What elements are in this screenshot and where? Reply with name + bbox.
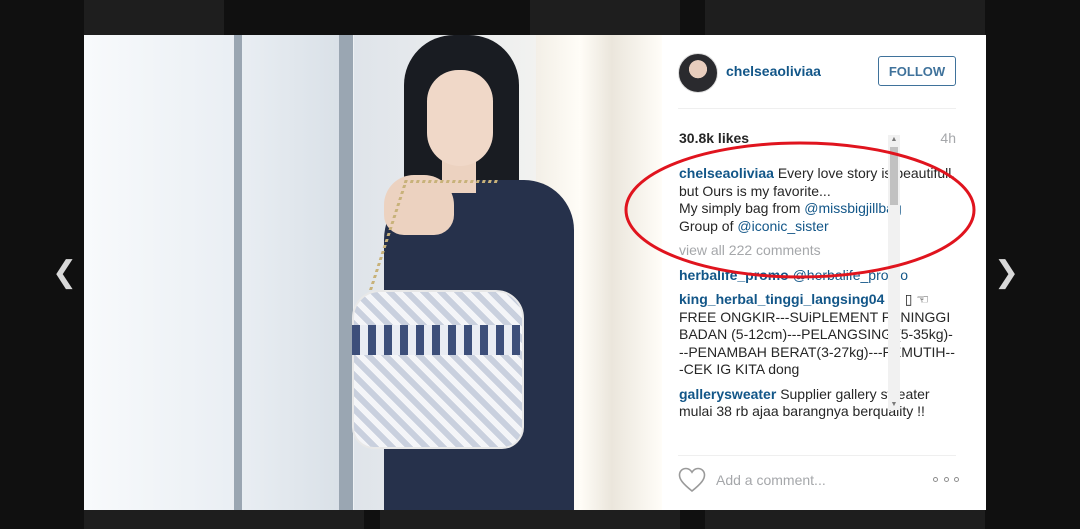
caption-line-4-prefix: Group of: [679, 217, 738, 234]
more-options-icon[interactable]: [933, 473, 959, 485]
comments-scrollbar[interactable]: ▲ ▼: [888, 135, 900, 410]
scroll-up-arrow-icon[interactable]: ▲: [888, 135, 900, 145]
photo-handbag: [352, 290, 524, 449]
post-side-panel: chelseaoliviaa FOLLOW 30.8k likes 4h che…: [662, 35, 986, 510]
mention-link[interactable]: @iconic_sister: [737, 218, 828, 234]
comment-footer: [678, 465, 970, 495]
post-time[interactable]: 4h: [924, 130, 956, 146]
comment-item: king_herbal_tinggi_langsing04 ☚ ▯ ☜ FREE…: [679, 291, 957, 379]
photo-window-frame: [234, 35, 242, 510]
chevron-left-icon[interactable]: ❮: [52, 258, 77, 288]
comment-username[interactable]: king_herbal_tinggi_langsing04: [679, 291, 884, 307]
photo-face: [427, 70, 493, 166]
likes-count[interactable]: 30.8k likes: [679, 130, 749, 146]
comment-username[interactable]: gallerysweater: [679, 386, 776, 402]
header-divider: [678, 108, 956, 109]
avatar[interactable]: [678, 53, 718, 93]
post-photo[interactable]: [84, 35, 662, 510]
scrollbar-thumb[interactable]: [890, 147, 898, 205]
username-link[interactable]: chelseaoliviaa: [726, 63, 821, 79]
post-modal: chelseaoliviaa FOLLOW 30.8k likes 4h che…: [84, 35, 986, 510]
more-dot: [954, 476, 959, 482]
photo-window: [84, 35, 344, 510]
follow-button[interactable]: FOLLOW: [878, 56, 956, 86]
caption-line-3-prefix: My simply bag from: [679, 200, 805, 216]
caption: chelseaoliviaa Every love story is beaut…: [679, 165, 957, 235]
heart-icon[interactable]: [678, 467, 706, 493]
comment-item: gallerysweater Supplier gallery sweater …: [679, 386, 957, 421]
scroll-down-arrow-icon[interactable]: ▼: [888, 400, 900, 410]
caption-line-2: but Ours is my favorite...: [679, 182, 831, 199]
photo-window-frame: [339, 35, 353, 510]
footer-divider: [678, 455, 956, 456]
comment-username[interactable]: herbalife_promo: [679, 267, 789, 283]
view-all-comments-link[interactable]: view all 222 comments: [679, 242, 957, 260]
caption-line-1: Every love story is beautifull,: [777, 165, 956, 181]
more-dot: [933, 476, 938, 482]
chevron-right-icon[interactable]: ❯: [994, 258, 1019, 288]
caption-username[interactable]: chelseaoliviaa: [679, 165, 774, 181]
more-dot: [943, 476, 949, 482]
photo-handbag-pattern: [352, 325, 520, 355]
post-header: chelseaoliviaa FOLLOW: [678, 53, 970, 93]
add-comment-input[interactable]: [716, 469, 926, 491]
comment-item: herbalife_promo @herbalife_promo: [679, 267, 957, 285]
comments-list[interactable]: chelseaoliviaa Every love story is beaut…: [679, 165, 957, 447]
